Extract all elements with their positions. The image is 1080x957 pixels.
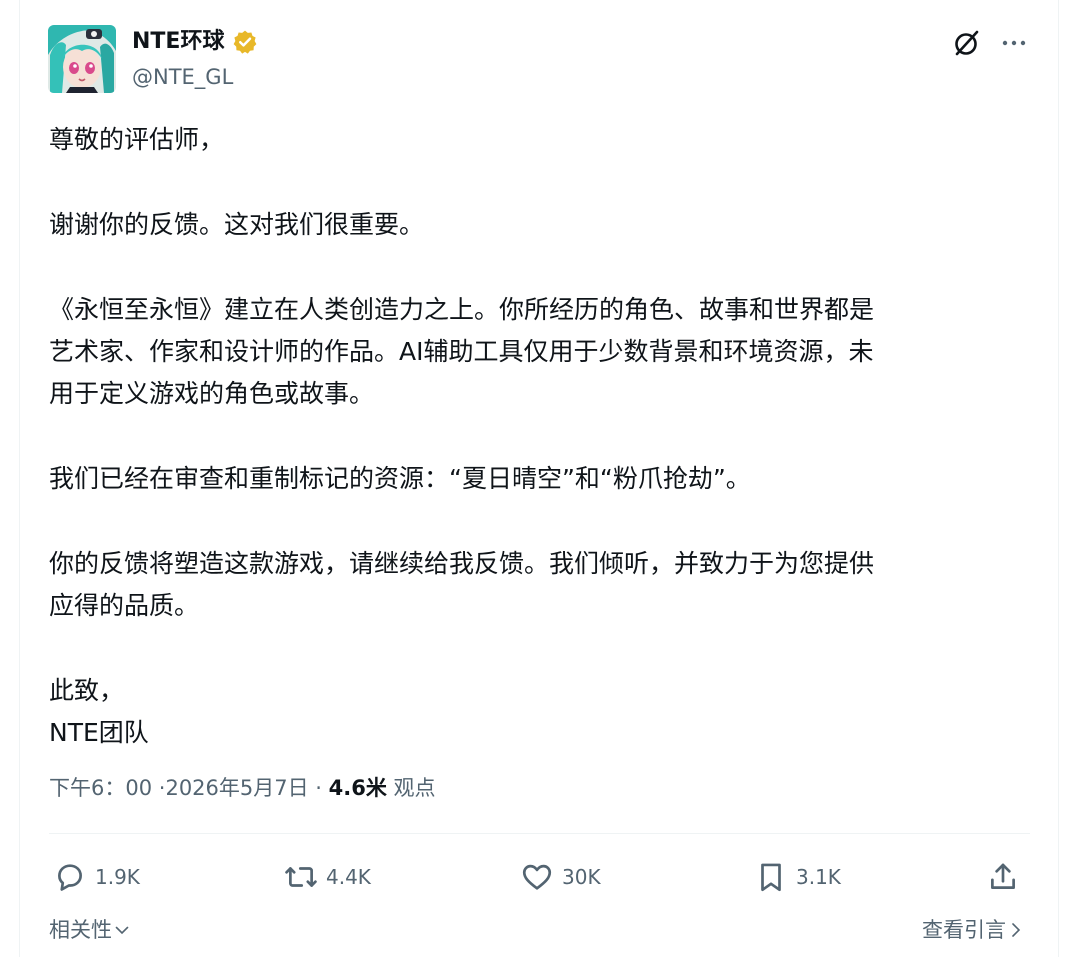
like-count: 30K [562, 865, 601, 889]
verified-badge-icon [234, 30, 257, 54]
post-paragraph: 谢谢你的反馈。这对我们很重要。 [49, 204, 1034, 246]
author-display-name[interactable]: NTE环球 [132, 27, 224, 57]
post-line: 尊敬的评估师， [49, 125, 225, 154]
post-line: 应得的品质。 [49, 591, 200, 620]
reply-count: 1.9K [95, 865, 140, 889]
post-line: 此致， [49, 676, 125, 705]
quotes-label: 查看引言 [922, 918, 1006, 942]
sort-label: 相关性 [49, 918, 112, 942]
avatar-image [48, 25, 116, 93]
share-icon [991, 863, 1015, 889]
meta-separator: · [308, 776, 329, 800]
views-label: 观点 [386, 776, 436, 800]
bookmark-button[interactable]: 3.1K [754, 856, 841, 898]
sort-dropdown[interactable]: 相关性 [49, 913, 130, 947]
post-paragraph: 此致， NTE团队 [49, 670, 1034, 754]
post-line: 你的反馈将塑造这款游戏，请继续给我反馈。我们倾听，并致力于为您提供 [49, 549, 875, 578]
bookmark-icon [761, 863, 781, 892]
post-line: 艺术家、作家和设计师的作品。AI辅助工具仅用于少数背景和环境资源，未 [49, 337, 874, 366]
chevron-down-icon [115, 926, 129, 935]
grok-icon[interactable] [952, 28, 982, 58]
post-line: NTE团队 [49, 718, 149, 747]
post-time[interactable]: 下午6：00 [49, 776, 152, 800]
reply-button[interactable]: 1.9K [53, 856, 140, 898]
views-count: 4.6米 [328, 776, 387, 800]
view-quotes-link[interactable]: 查看引言 [922, 913, 1024, 947]
avatar[interactable] [48, 25, 116, 93]
retweet-count: 4.4K [326, 865, 371, 889]
meta-separator: · [152, 776, 166, 800]
post-text: 尊敬的评估师， 谢谢你的反馈。这对我们很重要。 《永恒至永恒》建立在人类创造力之… [49, 119, 1034, 754]
bookmark-count: 3.1K [796, 865, 841, 889]
share-button[interactable] [986, 856, 1020, 898]
post-line: 《永恒至永恒》建立在人类创造力之上。你所经历的角色、故事和世界都是 [49, 295, 875, 324]
chevron-right-icon [1012, 923, 1021, 937]
heart-icon [522, 864, 552, 890]
retweet-button[interactable]: 4.4K [284, 856, 371, 898]
retweet-icon [285, 867, 317, 887]
divider [49, 833, 1030, 834]
reply-icon [58, 864, 82, 891]
post-line: 谢谢你的反馈。这对我们很重要。 [49, 210, 425, 239]
post-date[interactable]: 2026年5月7日 [165, 776, 308, 800]
post-line: 我们已经在审查和重制标记的资源：“夏日晴空”和“粉爪抢劫”。 [49, 464, 751, 493]
post-paragraph: 《永恒至永恒》建立在人类创造力之上。你所经历的角色、故事和世界都是 艺术家、作家… [49, 289, 1034, 415]
post-line: 用于定义游戏的角色或故事。 [49, 379, 375, 408]
author-name-row[interactable]: NTE环球 [132, 27, 258, 57]
more-icon[interactable] [998, 30, 1030, 56]
post-paragraph: 你的反馈将塑造这款游戏，请继续给我反馈。我们倾听，并致力于为您提供 应得的品质。 [49, 543, 1034, 627]
post-paragraph: 我们已经在审查和重制标记的资源：“夏日晴空”和“粉爪抢劫”。 [49, 458, 1034, 500]
like-button[interactable]: 30K [520, 856, 601, 898]
post-paragraph: 尊敬的评估师， [49, 119, 1034, 161]
author-handle[interactable]: @NTE_GL [132, 62, 233, 92]
post-meta: 下午6：00 ·2026年5月7日 · 4.6米 观点 [49, 771, 436, 805]
